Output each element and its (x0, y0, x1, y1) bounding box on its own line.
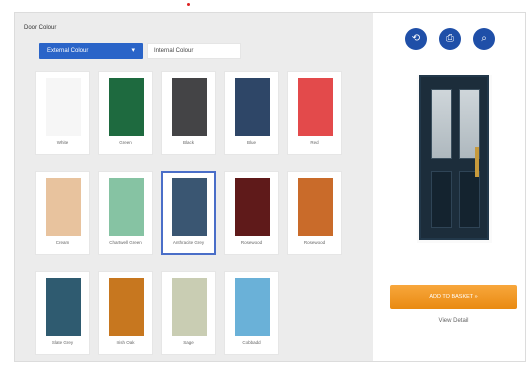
swatch-label: Slate Grey (51, 340, 74, 345)
swatch-color (172, 78, 207, 136)
swatch-color (109, 78, 144, 136)
swatch-card[interactable]: Green (98, 71, 153, 155)
swatch-color (172, 178, 207, 236)
panel-title: Door Colour (24, 25, 57, 31)
swatch-card[interactable]: Irish Oak (98, 271, 153, 355)
swatch-color (109, 178, 144, 236)
colour-type-dropdown[interactable]: External Colour ▾ (39, 43, 143, 59)
swatch-card[interactable]: Chartwell Green (98, 171, 153, 255)
swatch-label: Anthracite Grey (172, 240, 205, 245)
swatch-card[interactable]: Black (161, 71, 216, 155)
swatch-label: Rosewood (240, 240, 263, 245)
swatch-color (46, 78, 81, 136)
swatch-color (46, 278, 81, 336)
swatch-color (109, 278, 144, 336)
view-detail-link[interactable]: View Detail (390, 318, 517, 324)
preview-toolbar: ⟲ ⎙ ⌕ (392, 28, 502, 52)
door-image (419, 75, 489, 240)
save-icon[interactable]: ⎙ (439, 28, 461, 50)
zoom-icon[interactable]: ⌕ (473, 28, 495, 50)
internal-colour-tab[interactable]: Internal Colour (147, 43, 241, 59)
indicator-dot (187, 3, 190, 6)
add-to-basket-button[interactable]: ADD TO BASKET » (390, 285, 517, 309)
swatch-label: Rosewood (303, 240, 326, 245)
swatch-card[interactable]: Slate Grey (35, 271, 90, 355)
swatch-card[interactable]: Cream (35, 171, 90, 255)
swatch-label: Chartwell Green (109, 240, 142, 245)
door-preview (417, 75, 492, 243)
swatch-card[interactable]: Red (287, 71, 342, 155)
swatch-label: Cream (55, 240, 70, 245)
swatch-color (298, 78, 333, 136)
swatch-card[interactable]: White (35, 71, 90, 155)
colour-panel: Door Colour External Colour ▾ Internal C… (15, 13, 373, 361)
swatch-color (235, 78, 270, 136)
swatch-card[interactable]: Sage (161, 271, 216, 355)
swatch-card[interactable]: Rosewood (224, 171, 279, 255)
swatch-color (235, 278, 270, 336)
swatch-label: Green (119, 140, 132, 145)
swatch-card[interactable]: Anthracite Grey (161, 171, 216, 255)
chevron-down-icon: ▾ (131, 47, 135, 54)
swatch-color (172, 278, 207, 336)
swatch-label: Black (182, 140, 194, 145)
rotate-icon[interactable]: ⟲ (405, 28, 427, 50)
swatch-card[interactable]: Blue (224, 71, 279, 155)
swatch-label: Irish Oak (116, 340, 135, 345)
swatch-color (235, 178, 270, 236)
swatch-color (298, 178, 333, 236)
dropdown-label: External Colour (47, 48, 89, 54)
swatch-label: White (56, 140, 69, 145)
swatch-label: Cobbadd (242, 340, 261, 345)
swatch-color (46, 178, 81, 236)
swatch-label: Sage (183, 340, 194, 345)
swatch-card[interactable]: Cobbadd (224, 271, 279, 355)
swatch-label: Red (310, 140, 319, 145)
swatch-card[interactable]: Rosewood (287, 171, 342, 255)
swatch-label: Blue (246, 140, 256, 145)
